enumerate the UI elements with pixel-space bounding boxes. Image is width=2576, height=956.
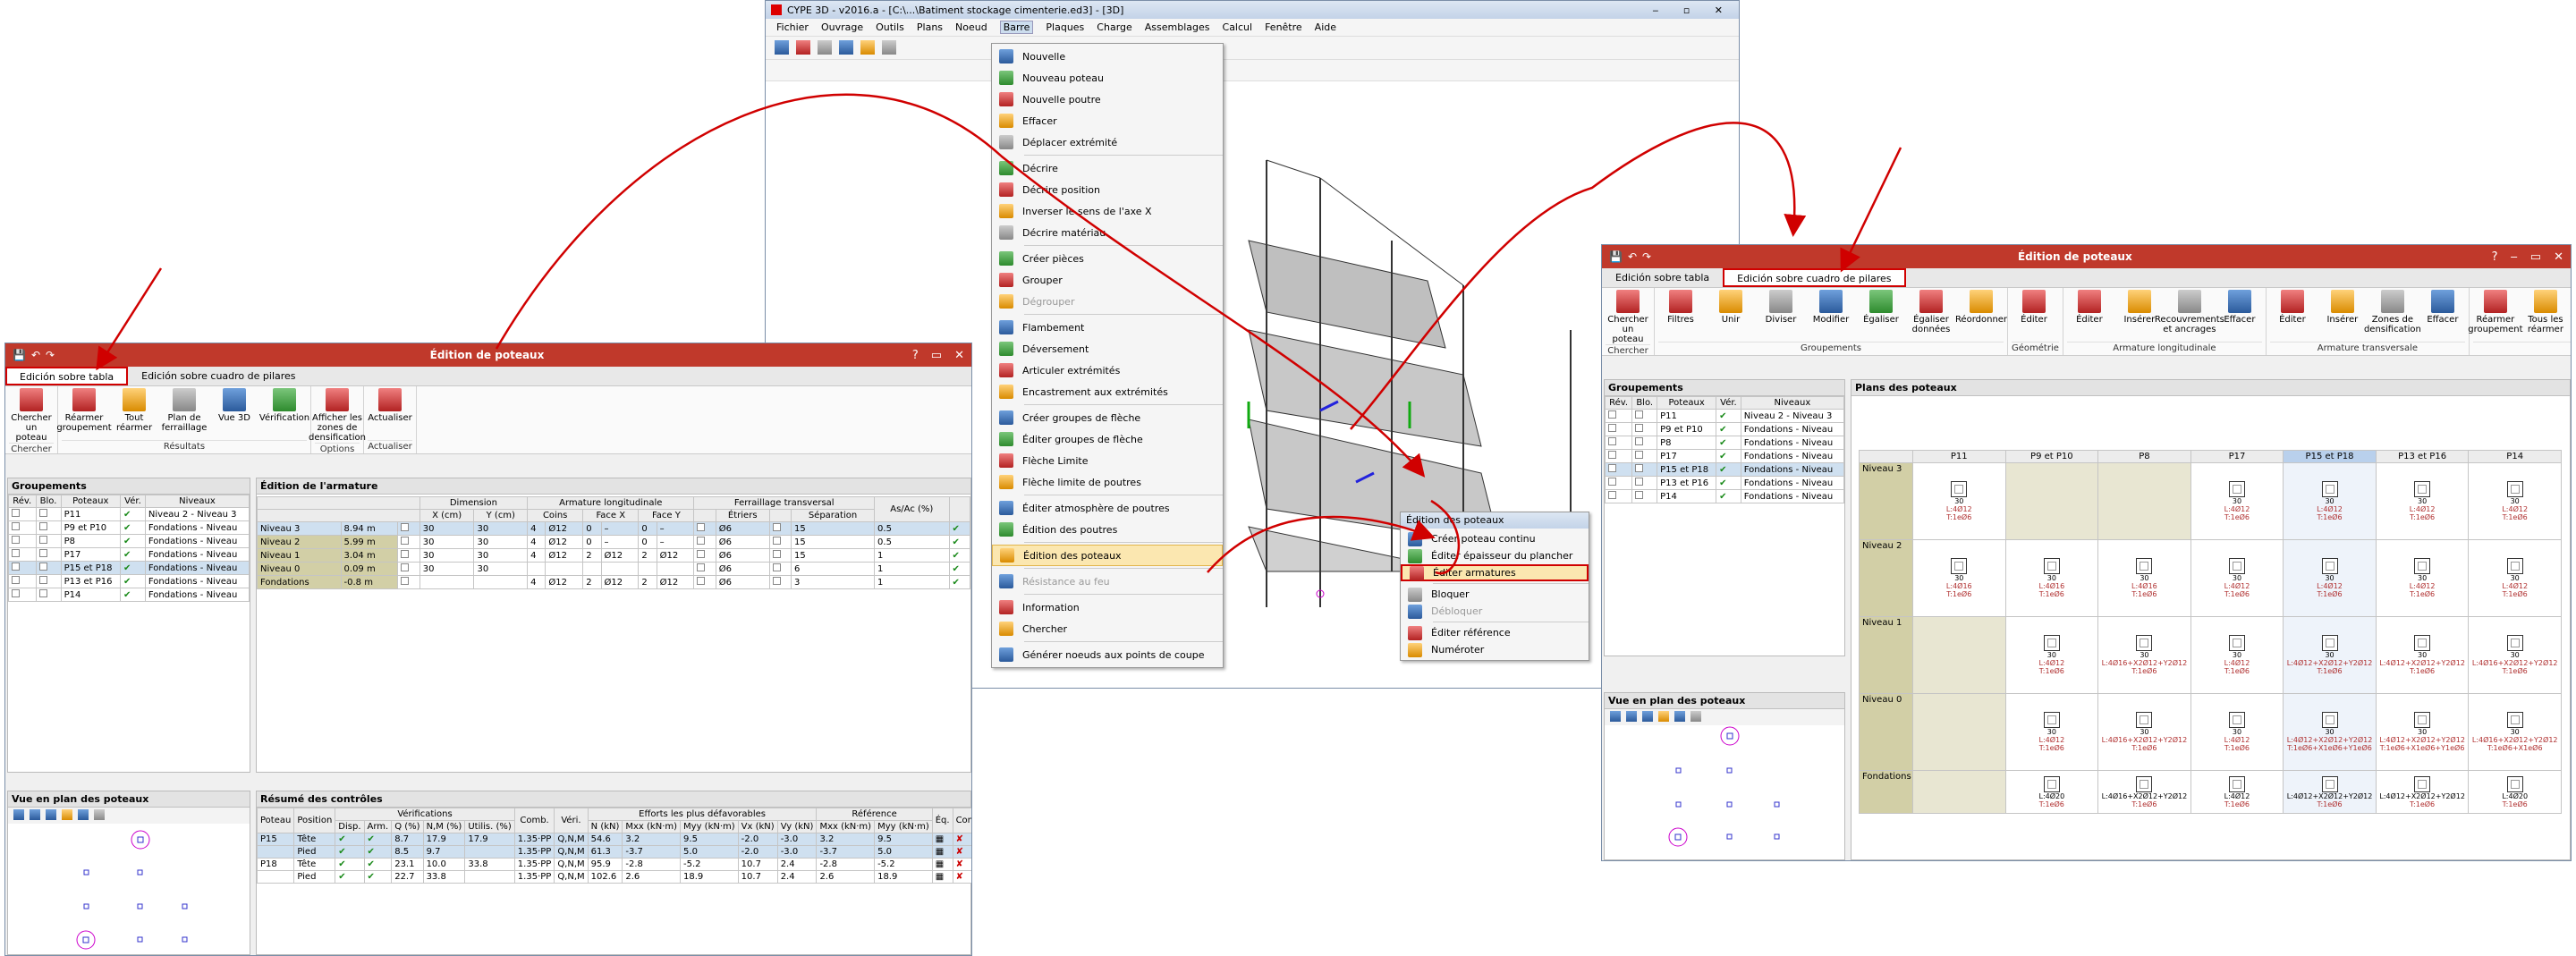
annotation-arrows bbox=[96, 93, 1902, 575]
